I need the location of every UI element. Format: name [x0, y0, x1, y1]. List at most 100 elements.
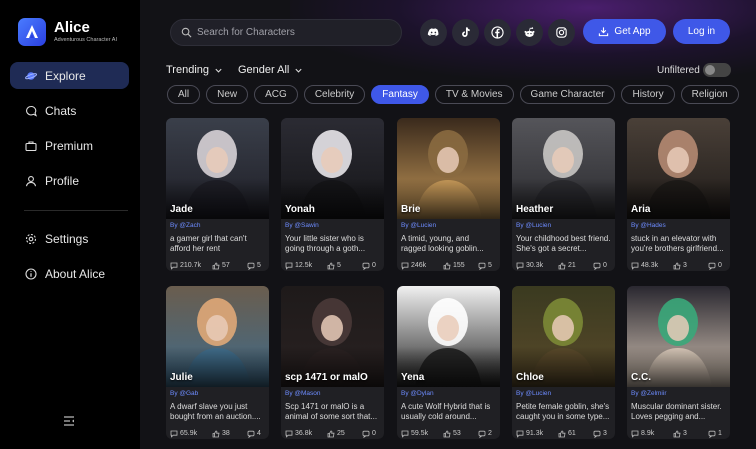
chat-count-value: 65.9k [180, 430, 198, 437]
get-app-button[interactable]: Get App [583, 19, 666, 44]
user-icon [25, 175, 37, 187]
discord-button[interactable] [420, 19, 447, 46]
tag-fantasy[interactable]: Fantasy [371, 85, 429, 104]
character-card[interactable]: Yonah By @Sawin Your little sister who is … [281, 118, 384, 271]
creator-label[interactable]: By @Mason [281, 387, 384, 398]
collapse-sidebar-icon[interactable] [62, 414, 76, 428]
chat-count-value: 59.5k [411, 430, 429, 437]
sort-label: Trending [166, 64, 210, 76]
sidebar-item-label: Settings [45, 231, 89, 246]
comment-count-value: 4 [257, 430, 261, 437]
search-input[interactable] [197, 27, 387, 38]
tag-acg[interactable]: ACG [254, 85, 298, 104]
tag-celebrity[interactable]: Celebrity [303, 85, 366, 104]
sidebar-item-explore[interactable]: Explore [10, 62, 129, 89]
sort-dropdown[interactable]: Trending [166, 64, 223, 76]
character-card[interactable]: Jade By @Zach a gamer girl that can't affo… [166, 118, 269, 271]
like-count: 61 [558, 428, 593, 439]
card-stats: 30.3k 21 0 [512, 256, 615, 271]
thumbs-up-icon [327, 430, 335, 437]
tiktok-button[interactable] [452, 19, 479, 46]
creator-label[interactable]: By @Lucien [512, 387, 615, 398]
chat-count: 48.3k [631, 260, 673, 271]
creator-label[interactable]: By @Sawin [281, 219, 384, 230]
character-name: Jade [170, 204, 193, 215]
character-card[interactable]: Julie By @Gab A dwarf slave you just bough… [166, 286, 269, 439]
character-name: Yena [401, 372, 425, 383]
creator-label[interactable]: By @Dylan [397, 387, 500, 398]
creator-label[interactable]: By @Lucien [512, 219, 615, 230]
discord-icon [427, 28, 439, 36]
sidebar-item-chats[interactable]: Chats [10, 97, 129, 124]
reddit-button[interactable] [516, 19, 543, 46]
get-app-label: Get App [614, 26, 651, 37]
thumbs-up-icon [212, 430, 220, 437]
character-description: Your little sister who is going through … [285, 234, 366, 253]
chat-count: 65.9k [170, 428, 212, 439]
chat-count-value: 8.9k [641, 430, 655, 437]
login-button[interactable]: Log in [673, 19, 730, 44]
chat-count-value: 36.8k [295, 430, 313, 437]
character-card[interactable]: Aria By @Hades stuck in an elevator with y… [627, 118, 730, 271]
character-description: A dwarf slave you just bought from an au… [170, 402, 261, 421]
character-card[interactable]: Chloe By @Lucien Petite female goblin, she… [512, 286, 615, 439]
sidebar-item-profile[interactable]: Profile [10, 167, 129, 194]
unfiltered-label: Unfiltered [657, 65, 700, 76]
app-logo[interactable]: Alice Adventurous Character AI [18, 18, 117, 46]
search-box[interactable] [170, 19, 402, 46]
like-count-value: 53 [453, 430, 461, 437]
character-image: Chloe [512, 286, 615, 387]
like-count-value: 25 [337, 430, 345, 437]
comment-count-value: 0 [372, 262, 376, 269]
instagram-button[interactable] [548, 19, 575, 46]
tag-game-character[interactable]: Game Character [519, 85, 616, 104]
sidebar-item-premium[interactable]: Premium [10, 132, 129, 159]
comment-count: 4 [247, 428, 261, 439]
creator-label[interactable]: By @Zach [166, 219, 269, 230]
creator-label[interactable]: By @Gab [166, 387, 269, 398]
tag-tv-movies[interactable]: TV & Movies [434, 85, 514, 104]
tag-religion[interactable]: Religion [680, 85, 739, 104]
character-card[interactable]: C.C. By @Zelmiir Muscular dominant sister.… [627, 286, 730, 439]
tag-new[interactable]: New [206, 85, 249, 104]
sidebar-item-about[interactable]: About Alice [10, 260, 129, 287]
character-card[interactable]: Yena By @Dylan A cute Wolf Hybrid that is … [397, 286, 500, 439]
creator-label[interactable]: By @Lucien [397, 219, 500, 230]
character-card[interactable]: Brie By @Lucien A timid, young, and ragged… [397, 118, 500, 271]
thumbs-up-icon [212, 262, 220, 269]
character-name: Aria [631, 204, 651, 215]
tag-history[interactable]: History [621, 85, 675, 104]
facebook-button[interactable] [484, 19, 511, 46]
character-name: Chloe [516, 372, 544, 383]
comment-count: 5 [247, 260, 261, 271]
character-name: Heather [516, 204, 554, 215]
chat-bubble-icon [516, 262, 524, 270]
character-image: Heather [512, 118, 615, 219]
unfiltered-toggle[interactable] [703, 63, 731, 77]
gender-dropdown[interactable]: Gender All [238, 64, 303, 76]
sidebar-item-settings[interactable]: Settings [10, 225, 129, 252]
gender-label: Gender All [238, 64, 290, 76]
creator-label[interactable]: By @Hades [627, 219, 730, 230]
chat-bubble-icon [631, 262, 639, 270]
character-description: A cute Wolf Hybrid that is usually cold … [401, 402, 491, 421]
character-card[interactable]: Heather By @Lucien Your childhood best fri… [512, 118, 615, 271]
comment-icon [708, 262, 716, 270]
like-count-value: 61 [568, 430, 576, 437]
comment-icon [247, 430, 255, 438]
creator-label[interactable]: By @Zelmiir [627, 387, 730, 398]
card-stats: 246k 155 5 [397, 256, 500, 271]
card-stats: 48.3k 3 0 [627, 256, 730, 271]
character-card[interactable]: scp 1471 or malO By @Mason Scp 1471 or mal… [281, 286, 384, 439]
comment-count: 0 [593, 260, 607, 271]
like-count-value: 38 [222, 430, 230, 437]
comment-icon [708, 430, 716, 438]
character-image: C.C. [627, 286, 730, 387]
like-count: 57 [212, 260, 247, 271]
card-stats: 65.9k 38 4 [166, 424, 269, 439]
comment-icon [362, 430, 370, 438]
tag-all[interactable]: All [167, 85, 201, 104]
chat-bubble-icon [631, 430, 639, 438]
card-stats: 91.3k 61 3 [512, 424, 615, 439]
chat-bubble-icon [285, 262, 293, 270]
